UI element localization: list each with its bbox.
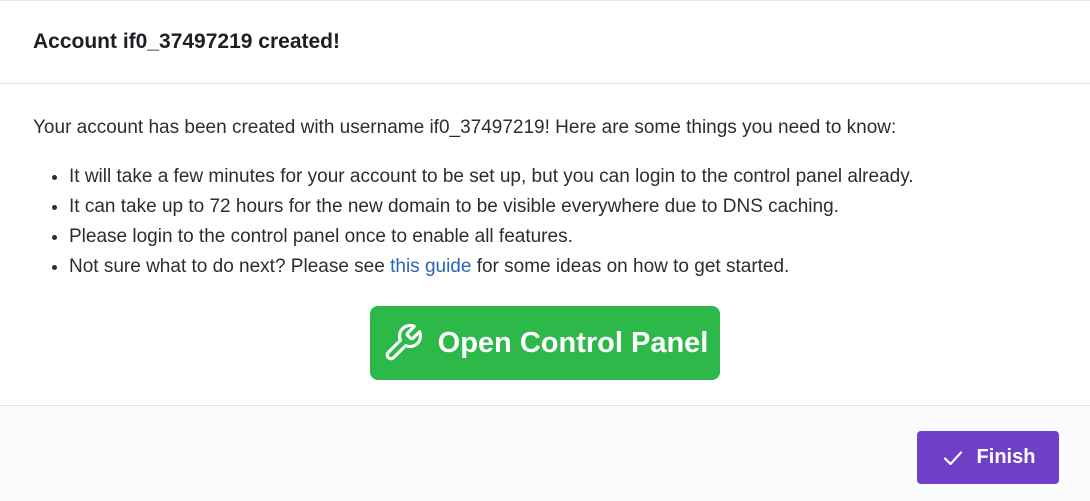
open-control-panel-label: Open Control Panel (437, 326, 709, 359)
card-body: Your account has been created with usern… (0, 84, 1090, 404)
list-item: Please login to the control panel once t… (69, 222, 1057, 252)
card-footer: Finish (0, 405, 1090, 501)
check-icon (941, 446, 965, 470)
card-header: Account if0_37497219 created! (0, 1, 1090, 84)
intro-text: Your account has been created with usern… (33, 117, 897, 138)
wrench-icon (382, 322, 424, 364)
control-panel-button-wrap: Open Control Panel (33, 306, 1057, 380)
list-item: It can take up to 72 hours for the new d… (69, 192, 1057, 222)
page-title: Account if0_37497219 created! (33, 30, 340, 53)
notes-list: It will take a few minutes for your acco… (33, 162, 1057, 282)
list-item: It will take a few minutes for your acco… (69, 162, 1057, 192)
finish-label: Finish (976, 446, 1036, 468)
list-item-guide: Not sure what to do next? Please see thi… (69, 252, 1057, 282)
guide-text-after: for some ideas on how to get started. (471, 256, 790, 277)
finish-button[interactable]: Finish (917, 431, 1059, 484)
guide-link[interactable]: this guide (390, 256, 471, 277)
guide-text-before: Not sure what to do next? Please see (69, 256, 391, 277)
account-created-card: Account if0_37497219 created! Your accou… (0, 0, 1090, 501)
open-control-panel-button[interactable]: Open Control Panel (370, 306, 720, 380)
